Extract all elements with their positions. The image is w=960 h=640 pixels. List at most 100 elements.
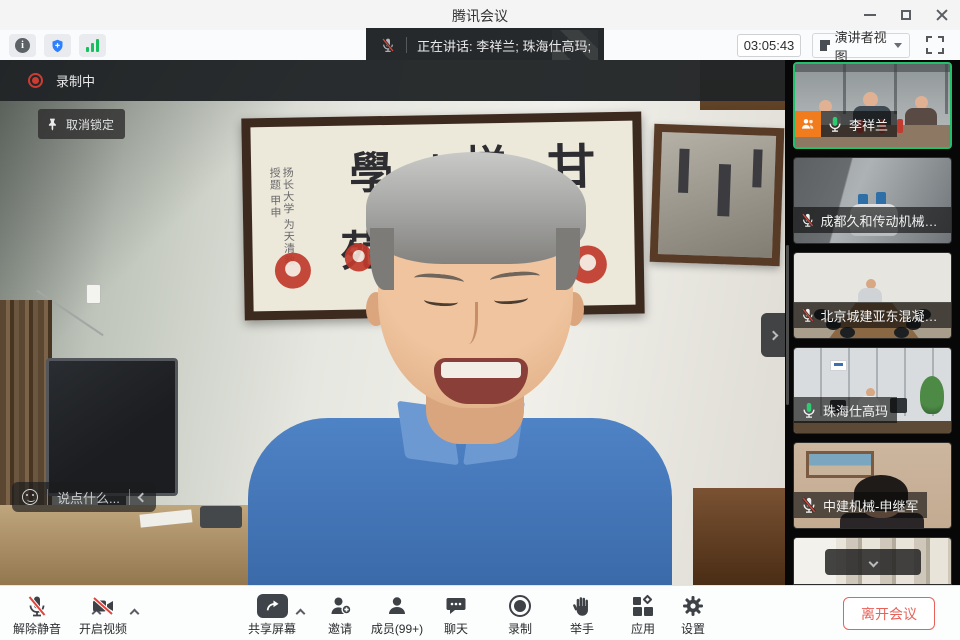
share-screen-button[interactable]: 共享屏幕 (240, 592, 304, 637)
participant-tile-partial[interactable] (793, 537, 952, 585)
participant-tile-chengdujiuhe[interactable]: 成都久和传动机械有限... (793, 157, 952, 244)
record-label: 录制 (508, 620, 532, 637)
camera-off-icon (90, 594, 116, 618)
now-speaking-banner: 正在讲话: 李祥兰; 珠海仕高玛; (366, 28, 604, 62)
settings-button[interactable]: 设置 (661, 592, 725, 637)
security-button[interactable] (44, 34, 71, 57)
meeting-info-button[interactable]: i (9, 34, 36, 57)
wooden-furniture (693, 488, 785, 585)
window-controls (852, 0, 960, 30)
participant-name: 北京城建亚东混凝土有... (821, 306, 942, 325)
unmute-button[interactable]: 解除静音 (5, 592, 69, 637)
top-toolbar: i 正在讲话: 李祥兰; 珠海仕高玛; (0, 30, 960, 60)
quick-chat-input[interactable]: 说点什么... (12, 482, 156, 512)
security-shield-icon (50, 38, 65, 54)
close-icon (936, 9, 948, 21)
mic-speaking-icon (800, 401, 818, 419)
participant-tile-lixianglan[interactable]: 李祥兰 (793, 62, 952, 149)
network-status-button[interactable] (79, 34, 106, 57)
mic-muted-icon (800, 496, 818, 514)
meeting-timer: 03:05:43 (737, 34, 801, 57)
recording-label: 录制中 (56, 71, 95, 90)
share-screen-label: 共享屏幕 (248, 620, 296, 637)
view-mode-label: 演讲者视图 (835, 27, 887, 65)
person-teeth (441, 362, 521, 378)
settings-gear-icon (681, 594, 705, 618)
raise-hand-icon (571, 594, 593, 618)
side-picture-frame (650, 124, 785, 266)
people-icon (800, 116, 816, 132)
apps-label: 应用 (631, 620, 655, 637)
scrollbar[interactable] (786, 245, 789, 405)
divider (129, 489, 130, 505)
members-icon (385, 594, 409, 618)
leave-meeting-button[interactable]: 离开会议 (843, 597, 935, 630)
divider (406, 37, 407, 53)
invite-button[interactable]: 邀请 (310, 592, 370, 637)
members-button[interactable]: 成员(99+) (362, 592, 432, 637)
minimize-icon (864, 14, 876, 16)
chevron-down-icon (868, 557, 878, 567)
settings-label: 设置 (681, 620, 705, 637)
pin-icon (46, 117, 60, 132)
chat-label: 聊天 (444, 620, 468, 637)
chevron-left-icon[interactable] (137, 492, 147, 502)
recording-banner: 录制中 (0, 60, 785, 101)
chat-icon (444, 594, 468, 618)
window-title: 腾讯会议 (0, 6, 960, 26)
apps-icon (632, 595, 654, 617)
unmute-label: 解除静音 (13, 620, 61, 637)
start-video-label: 开启视频 (79, 620, 127, 637)
maximize-button[interactable] (888, 0, 924, 30)
participant-tile-beijingchengjian[interactable]: 北京城建亚东混凝土有... (793, 252, 952, 339)
object-on-desk (200, 506, 242, 528)
mic-muted-icon (800, 306, 816, 324)
main-video-stage: 扬长大学 为天清教授题 甲申 學 才 梯 甘 苑 (0, 60, 785, 585)
titlebar: 腾讯会议 (0, 0, 960, 30)
participant-label: 珠海仕高玛 (794, 397, 897, 423)
sidebar-collapse-handle[interactable] (761, 313, 785, 357)
participant-label: 中建机械-申继军 (794, 492, 927, 518)
minimize-button[interactable] (852, 0, 888, 30)
person-hair (366, 152, 586, 264)
bottom-toolbar: 解除静音 开启视频 (0, 585, 960, 640)
share-options-caret[interactable] (297, 604, 304, 622)
participant-label: 李祥兰 (795, 111, 897, 137)
participant-tile-zhongjianjixie[interactable]: 中建机械-申继军 (793, 442, 952, 529)
start-video-button[interactable]: 开启视频 (71, 592, 135, 637)
recording-dot-icon (28, 73, 43, 88)
invite-icon (328, 594, 353, 618)
unpin-label: 取消锁定 (66, 116, 114, 133)
raise-hand-label: 举手 (570, 620, 594, 637)
emoji-icon[interactable] (22, 489, 38, 505)
network-signal-icon (86, 39, 99, 52)
maximize-icon (901, 10, 911, 20)
participant-tile-zhuhaishigaoma[interactable]: 珠海仕高玛 (793, 347, 952, 434)
computer-monitor (46, 358, 178, 496)
participant-name: 成都久和传动机械有限... (821, 211, 942, 230)
fullscreen-button[interactable] (926, 36, 944, 54)
share-screen-icon (257, 594, 288, 618)
view-mode-dropdown[interactable]: 演讲者视图 (812, 33, 910, 58)
close-button[interactable] (924, 0, 960, 30)
chat-button[interactable]: 聊天 (424, 592, 488, 637)
chevron-right-icon (768, 330, 778, 340)
record-button[interactable]: 录制 (488, 592, 552, 637)
participant-label: 成都久和传动机械有限... (794, 207, 951, 233)
info-icon: i (15, 38, 30, 53)
participant-name: 李祥兰 (849, 115, 888, 134)
unpin-button[interactable]: 取消锁定 (38, 109, 125, 139)
tencent-meeting-window: 腾讯会议 i (0, 0, 960, 640)
wall-outlet (86, 284, 101, 304)
mic-muted-icon (800, 211, 816, 229)
record-icon (509, 595, 531, 617)
chevron-down-icon (894, 43, 902, 48)
raise-hand-button[interactable]: 举手 (550, 592, 614, 637)
scroll-more-button[interactable] (825, 549, 921, 575)
video-options-caret[interactable] (131, 604, 138, 622)
participant-name: 珠海仕高玛 (823, 401, 888, 420)
fullscreen-icon (926, 36, 932, 42)
host-badge (795, 111, 821, 137)
participants-sidebar: 李祥兰 成都久和传动机械有限... (785, 60, 960, 585)
members-label: 成员(99+) (371, 620, 423, 637)
